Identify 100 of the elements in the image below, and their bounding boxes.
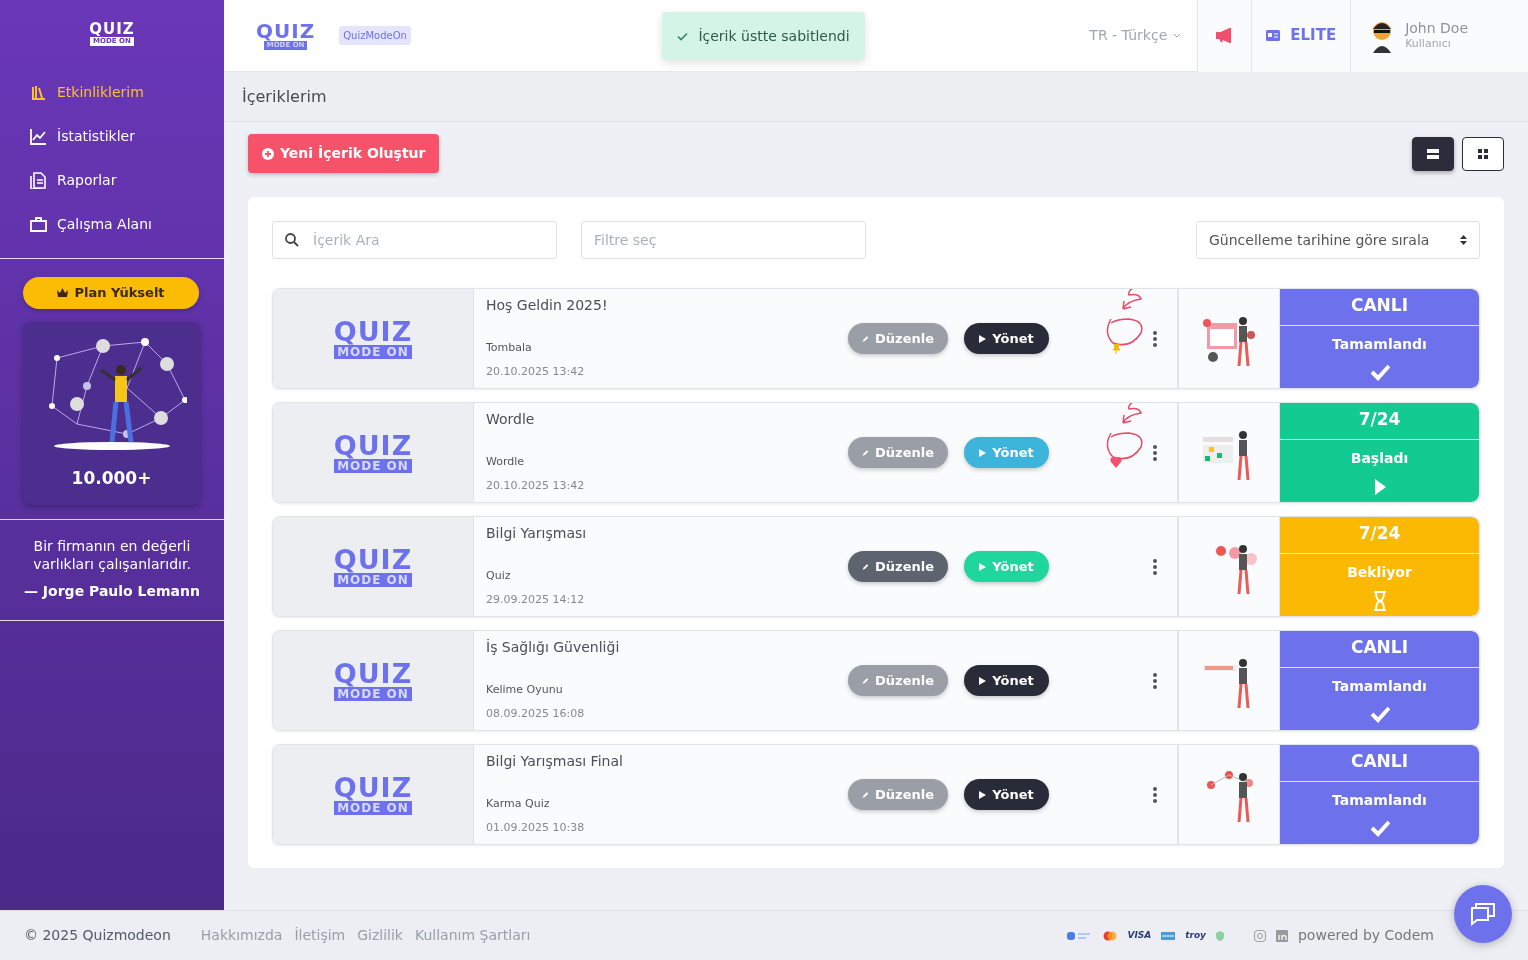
content-category: Kelime Oyunu — [486, 682, 564, 698]
card-icon — [1161, 930, 1176, 941]
chat-button[interactable] — [1454, 885, 1512, 943]
play-icon — [979, 334, 987, 343]
status-label: Bekliyor — [1347, 562, 1412, 582]
manage-button[interactable]: Yönet — [964, 322, 1049, 355]
user-menu[interactable]: John Doe Kullanıcı — [1351, 0, 1528, 72]
content-category: Wordle — [486, 454, 526, 470]
status-label: Tamamlandı — [1332, 334, 1427, 354]
footer-link[interactable]: Kullanım Şartları — [415, 925, 531, 946]
upgrade-plan-button[interactable]: Plan Yükselt — [23, 277, 199, 309]
search-field[interactable]: İçerik Ara — [272, 221, 557, 259]
sidebar-nav-item[interactable]: Çalışma Alanı — [0, 202, 224, 246]
books-icon — [30, 83, 47, 101]
footer-link[interactable]: İletişim — [294, 925, 346, 946]
shield-icon — [1216, 930, 1224, 941]
sidebar-nav-item[interactable]: Etkinliklerim — [0, 70, 224, 114]
more-icon — [1153, 444, 1157, 461]
user-count: 10.000+ — [71, 466, 152, 490]
grid-icon — [1478, 148, 1488, 159]
content-date: 29.09.2025 14:12 — [486, 591, 586, 608]
content-thumbnail-logo: QUIZ MODE ON — [333, 774, 413, 815]
play-icon — [979, 676, 987, 685]
content-thumbnail-logo: QUIZ MODE ON — [333, 318, 413, 359]
content-title: İş Sağlığı Güvenliği — [486, 638, 621, 657]
content-date: 20.10.2025 13:42 — [486, 363, 586, 380]
create-content-button[interactable]: Yeni İçerik Oluştur — [248, 134, 440, 173]
content-category: Quiz — [486, 568, 512, 584]
content-title: Bilgi Yarışması Final — [486, 752, 624, 771]
play-icon — [979, 790, 987, 799]
check-icon — [677, 31, 689, 41]
quote-text: Bir firmanın en değerli varlıkları çalışanlarıdır. — [32, 536, 192, 575]
linkedin-icon[interactable] — [1276, 929, 1288, 942]
play-icon — [979, 448, 987, 457]
sidebar-nav-item[interactable]: Raporlar — [0, 158, 224, 202]
content-title: Bilgi Yarışması — [486, 524, 588, 543]
edit-button[interactable]: Düzenle — [848, 778, 948, 811]
crown-icon — [57, 288, 69, 298]
footer-link[interactable]: Gizlilik — [357, 925, 403, 946]
edit-button[interactable]: Düzenle — [848, 550, 948, 583]
edit-button[interactable]: Düzenle — [848, 436, 948, 469]
list-icon — [1427, 148, 1439, 159]
status-header: CANLI — [1280, 745, 1479, 782]
sidebar-nav-item[interactable]: İstatistikler — [0, 114, 224, 158]
check-icon — [1369, 704, 1390, 725]
sort-dropdown[interactable]: Güncelleme tarihine göre sırala — [1196, 221, 1480, 259]
plus-circle-icon — [262, 147, 274, 160]
brand-badge: QuizModeOn — [339, 26, 411, 45]
more-icon — [1153, 786, 1157, 803]
manage-button[interactable]: Yönet — [964, 550, 1049, 583]
payment-logo-text: VISA — [1127, 928, 1152, 942]
content-date: 20.10.2025 13:42 — [486, 477, 586, 494]
chat-icon — [1470, 902, 1496, 926]
announcements-button[interactable] — [1198, 0, 1253, 72]
content-date: 08.09.2025 16:08 — [486, 705, 586, 722]
content-date: 01.09.2025 10:38 — [486, 819, 586, 836]
sort-caret-icon — [1460, 235, 1467, 245]
plan-link[interactable]: ELITE — [1252, 0, 1352, 72]
status-label: Tamamlandı — [1332, 676, 1427, 696]
line-chart-icon — [30, 127, 47, 145]
edit-button[interactable]: Düzenle — [848, 322, 948, 355]
powered-by-text: powered by Codem — [1298, 926, 1434, 945]
card-circles-icon — [1103, 930, 1118, 941]
content-thumbnail-logo: QUIZ MODE ON — [333, 660, 413, 701]
copyright-text: © 2025 Quizmodeon — [24, 926, 171, 945]
status-header: 7/24 — [1280, 517, 1479, 554]
edit-button[interactable]: Düzenle — [848, 664, 948, 697]
status-header: CANLI — [1280, 289, 1479, 326]
footer-link[interactable]: Hakkımızda — [200, 925, 283, 946]
manage-button[interactable]: Yönet — [964, 664, 1049, 697]
play-icon — [979, 562, 987, 571]
content-title: Wordle — [486, 410, 536, 429]
briefcase-icon — [30, 215, 47, 233]
document-icon — [30, 171, 47, 189]
manage-button[interactable]: Yönet — [964, 436, 1049, 469]
page-title: İçeriklerim — [242, 85, 327, 108]
status-label: Başladı — [1350, 448, 1409, 468]
caret-icon — [1173, 33, 1182, 38]
content-category: Tombala — [486, 340, 533, 356]
quote-author: — Jorge Paulo Lemann — [23, 582, 201, 602]
payment-logo-text: troy — [1185, 928, 1206, 942]
id-card-icon — [1266, 30, 1281, 41]
status-header: CANLI — [1280, 631, 1479, 668]
content-title: Hoş Geldin 2025! — [486, 296, 609, 315]
search-icon — [285, 233, 299, 247]
check-icon — [1369, 818, 1390, 839]
more-icon — [1153, 672, 1157, 689]
megaphone-icon — [1215, 28, 1234, 43]
content-category: Karma Quiz — [486, 796, 551, 812]
filter-field[interactable]: Filtre seç — [581, 221, 866, 259]
grid-view-button[interactable] — [1462, 136, 1504, 171]
more-icon — [1153, 330, 1157, 347]
more-icon — [1153, 558, 1157, 575]
content-thumbnail-logo: QUIZ MODE ON — [333, 432, 413, 473]
content-thumbnail-logo: QUIZ MODE ON — [333, 546, 413, 587]
toast-notification: İçerik üstte sabitlendi — [662, 12, 865, 60]
instagram-icon[interactable] — [1254, 929, 1266, 942]
list-view-button[interactable] — [1412, 136, 1454, 171]
status-label: Tamamlandı — [1332, 790, 1427, 810]
manage-button[interactable]: Yönet — [964, 778, 1049, 811]
